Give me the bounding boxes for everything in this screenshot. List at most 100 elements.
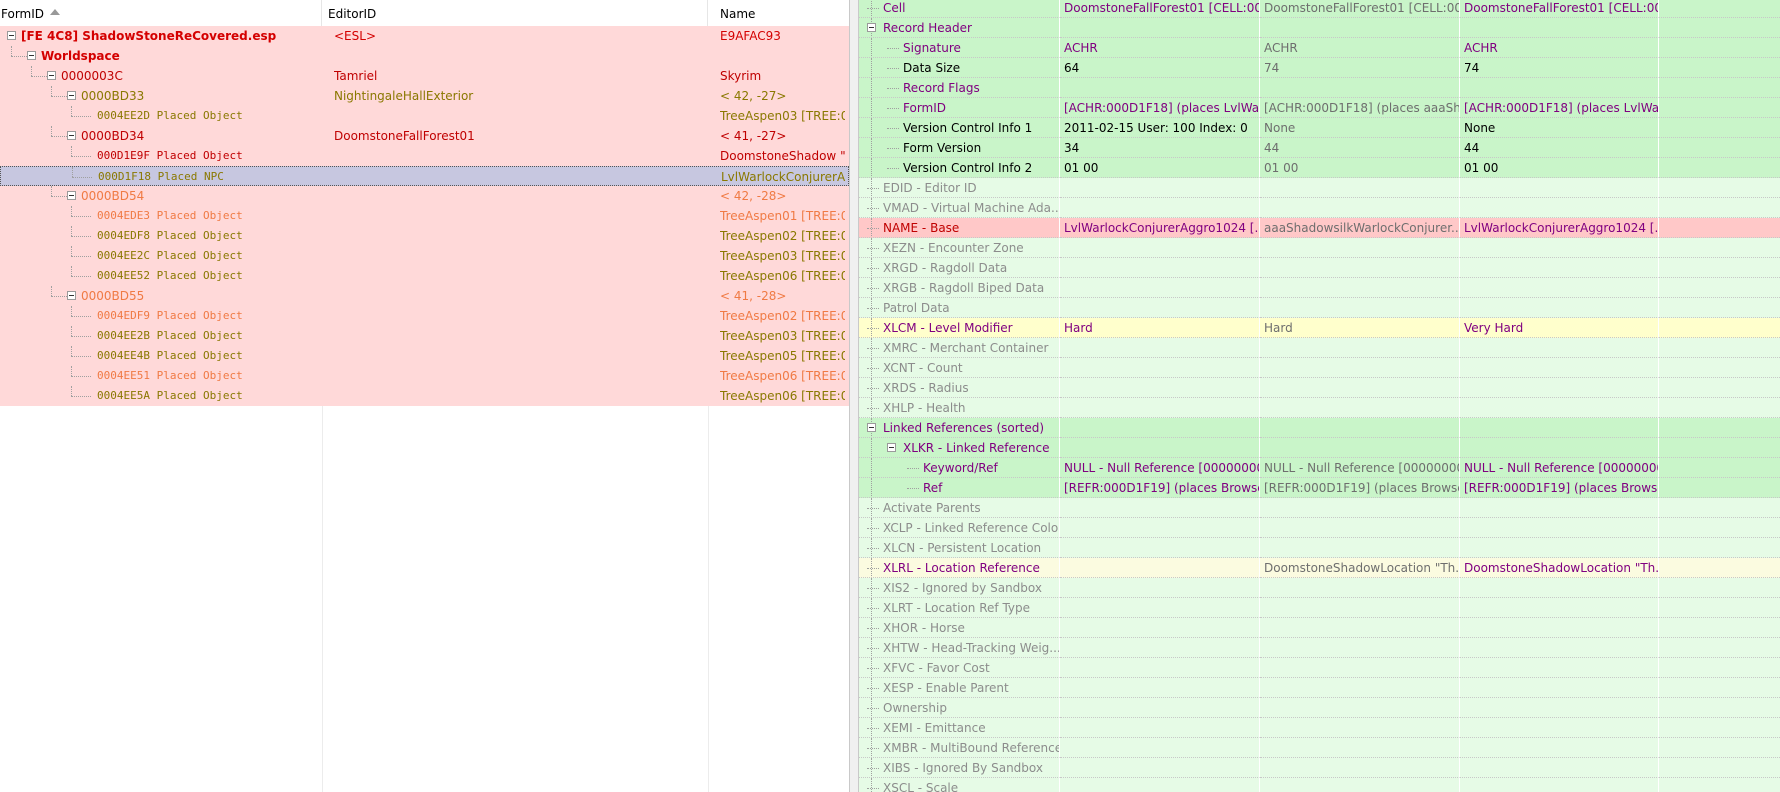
record-value-cell[interactable]	[1659, 338, 1780, 358]
record-row[interactable]: XMBR - MultiBound Reference	[859, 738, 1780, 758]
record-value-cell[interactable]	[1060, 738, 1260, 758]
record-row[interactable]: Cell DoomstoneFallForest01 [CELL:00... Doo…	[859, 0, 1780, 18]
tree-row[interactable]: 0004EE2B Placed Object TreeAspen03 [TREE:…	[0, 326, 849, 346]
record-value-cell[interactable]	[1460, 718, 1659, 738]
record-value-cell[interactable]	[1460, 18, 1659, 38]
collapse-toggle-icon[interactable]	[887, 443, 896, 452]
record-row[interactable]: XSCL - Scale	[859, 778, 1780, 792]
record-value-cell[interactable]	[1460, 398, 1659, 418]
tree-row[interactable]: 0004EDF9 Placed Object TreeAspen02 [TREE:…	[0, 306, 849, 326]
tree-row[interactable]: 000D1E9F Placed Object DoomstoneShadow ".…	[0, 146, 849, 166]
record-row[interactable]: XIS2 - Ignored by Sandbox	[859, 578, 1780, 598]
record-value-cell[interactable]	[1260, 18, 1460, 38]
record-value-cell[interactable]	[1659, 378, 1780, 398]
record-value-cell[interactable]	[1659, 758, 1780, 778]
record-row[interactable]: Linked References (sorted)	[859, 418, 1780, 438]
record-value-cell[interactable]	[1060, 338, 1260, 358]
record-value-cell[interactable]	[1460, 178, 1659, 198]
tree-row[interactable]: 0000BD34 DoomstoneFallForest01 < 41, -27>	[0, 126, 849, 146]
record-value-cell[interactable]: NULL - Null Reference [00000000]	[1260, 458, 1460, 478]
record-value-cell[interactable]	[1260, 538, 1460, 558]
record-row[interactable]: XIBS - Ignored By Sandbox	[859, 758, 1780, 778]
record-value-cell[interactable]	[1060, 678, 1260, 698]
record-value-cell[interactable]	[1659, 298, 1780, 318]
record-value-cell[interactable]	[1260, 438, 1460, 458]
record-value-cell[interactable]	[1260, 258, 1460, 278]
record-value-cell[interactable]	[1260, 718, 1460, 738]
record-value-cell[interactable]	[1260, 658, 1460, 678]
record-value-cell[interactable]	[1659, 598, 1780, 618]
record-row[interactable]: XRGB - Ragdoll Biped Data	[859, 278, 1780, 298]
record-row[interactable]: XESP - Enable Parent	[859, 678, 1780, 698]
record-row[interactable]: XEMI - Emittance	[859, 718, 1780, 738]
record-value-cell[interactable]: None	[1460, 118, 1659, 138]
record-value-cell[interactable]	[1659, 138, 1780, 158]
record-value-cell[interactable]: Hard	[1260, 318, 1460, 338]
collapse-toggle-icon[interactable]	[867, 423, 876, 432]
record-value-cell[interactable]	[1060, 238, 1260, 258]
record-value-cell[interactable]	[1460, 578, 1659, 598]
record-value-cell[interactable]: ACHR	[1260, 38, 1460, 58]
record-value-cell[interactable]: 01 00	[1060, 158, 1260, 178]
record-value-cell[interactable]	[1060, 298, 1260, 318]
record-value-cell[interactable]	[1460, 778, 1659, 792]
record-value-cell[interactable]	[1659, 38, 1780, 58]
collapse-toggle-icon[interactable]	[67, 191, 76, 200]
record-value-cell[interactable]	[1659, 558, 1780, 578]
record-value-cell[interactable]: 74	[1460, 58, 1659, 78]
record-value-cell[interactable]	[1260, 378, 1460, 398]
record-row[interactable]: XHLP - Health	[859, 398, 1780, 418]
record-value-cell[interactable]	[1260, 198, 1460, 218]
record-value-cell[interactable]	[1659, 98, 1780, 118]
record-value-cell[interactable]	[1659, 78, 1780, 98]
record-value-cell[interactable]	[1460, 418, 1659, 438]
record-value-cell[interactable]	[1659, 478, 1780, 498]
tree-row[interactable]: 0004EE5A Placed Object TreeAspen06 [TREE:…	[0, 386, 849, 406]
record-value-cell[interactable]	[1659, 118, 1780, 138]
record-value-cell[interactable]	[1060, 718, 1260, 738]
record-value-cell[interactable]	[1060, 538, 1260, 558]
record-value-cell[interactable]	[1260, 338, 1460, 358]
record-value-cell[interactable]	[1659, 278, 1780, 298]
record-value-cell[interactable]	[1460, 658, 1659, 678]
column-header-name[interactable]: Name	[708, 0, 849, 26]
record-value-cell[interactable]	[1060, 278, 1260, 298]
record-value-cell[interactable]	[1260, 678, 1460, 698]
record-value-cell[interactable]: DoomstoneFallForest01 [CELL:00...	[1460, 0, 1659, 18]
record-value-cell[interactable]	[1060, 578, 1260, 598]
record-value-cell[interactable]	[1659, 538, 1780, 558]
record-value-cell[interactable]	[1460, 678, 1659, 698]
record-value-cell[interactable]	[1260, 398, 1460, 418]
record-value-cell[interactable]	[1260, 758, 1460, 778]
record-value-cell[interactable]	[1260, 738, 1460, 758]
record-value-cell[interactable]	[1659, 358, 1780, 378]
record-value-cell[interactable]: 74	[1260, 58, 1460, 78]
record-row[interactable]: XCNT - Count	[859, 358, 1780, 378]
record-value-cell[interactable]	[1260, 698, 1460, 718]
record-value-cell[interactable]	[1460, 358, 1659, 378]
record-value-cell[interactable]	[1659, 238, 1780, 258]
record-value-cell[interactable]	[1060, 778, 1260, 792]
record-value-cell[interactable]	[1060, 658, 1260, 678]
record-row[interactable]: Ref [REFR:000D1F19] (places Browsel... [RE…	[859, 478, 1780, 498]
record-row[interactable]: Record Flags	[859, 78, 1780, 98]
record-value-cell[interactable]: DoomstoneFallForest01 [CELL:00...	[1060, 0, 1260, 18]
record-value-cell[interactable]: LvlWarlockConjurerAggro1024 [...	[1060, 218, 1260, 238]
record-value-cell[interactable]	[1659, 498, 1780, 518]
record-row[interactable]: XLRL - Location Reference DoomstoneShadow…	[859, 558, 1780, 578]
record-value-cell[interactable]	[1060, 198, 1260, 218]
record-value-cell[interactable]: [ACHR:000D1F18] (places LvlWar...	[1460, 98, 1659, 118]
record-value-cell[interactable]	[1060, 78, 1260, 98]
record-value-cell[interactable]: aaaShadowsilkWarlockConjurer...	[1260, 218, 1460, 238]
record-value-cell[interactable]	[1460, 618, 1659, 638]
record-row[interactable]: XCLP - Linked Reference Color	[859, 518, 1780, 538]
record-value-cell[interactable]	[1460, 538, 1659, 558]
record-value-cell[interactable]: 64	[1060, 58, 1260, 78]
record-value-cell[interactable]	[1060, 698, 1260, 718]
record-value-cell[interactable]: 34	[1060, 138, 1260, 158]
record-value-cell[interactable]	[1260, 418, 1460, 438]
record-value-cell[interactable]: Very Hard	[1460, 318, 1659, 338]
record-value-cell[interactable]: 44	[1260, 138, 1460, 158]
record-value-cell[interactable]	[1659, 318, 1780, 338]
tree-row[interactable]: 0004EDF8 Placed Object TreeAspen02 [TREE:…	[0, 226, 849, 246]
